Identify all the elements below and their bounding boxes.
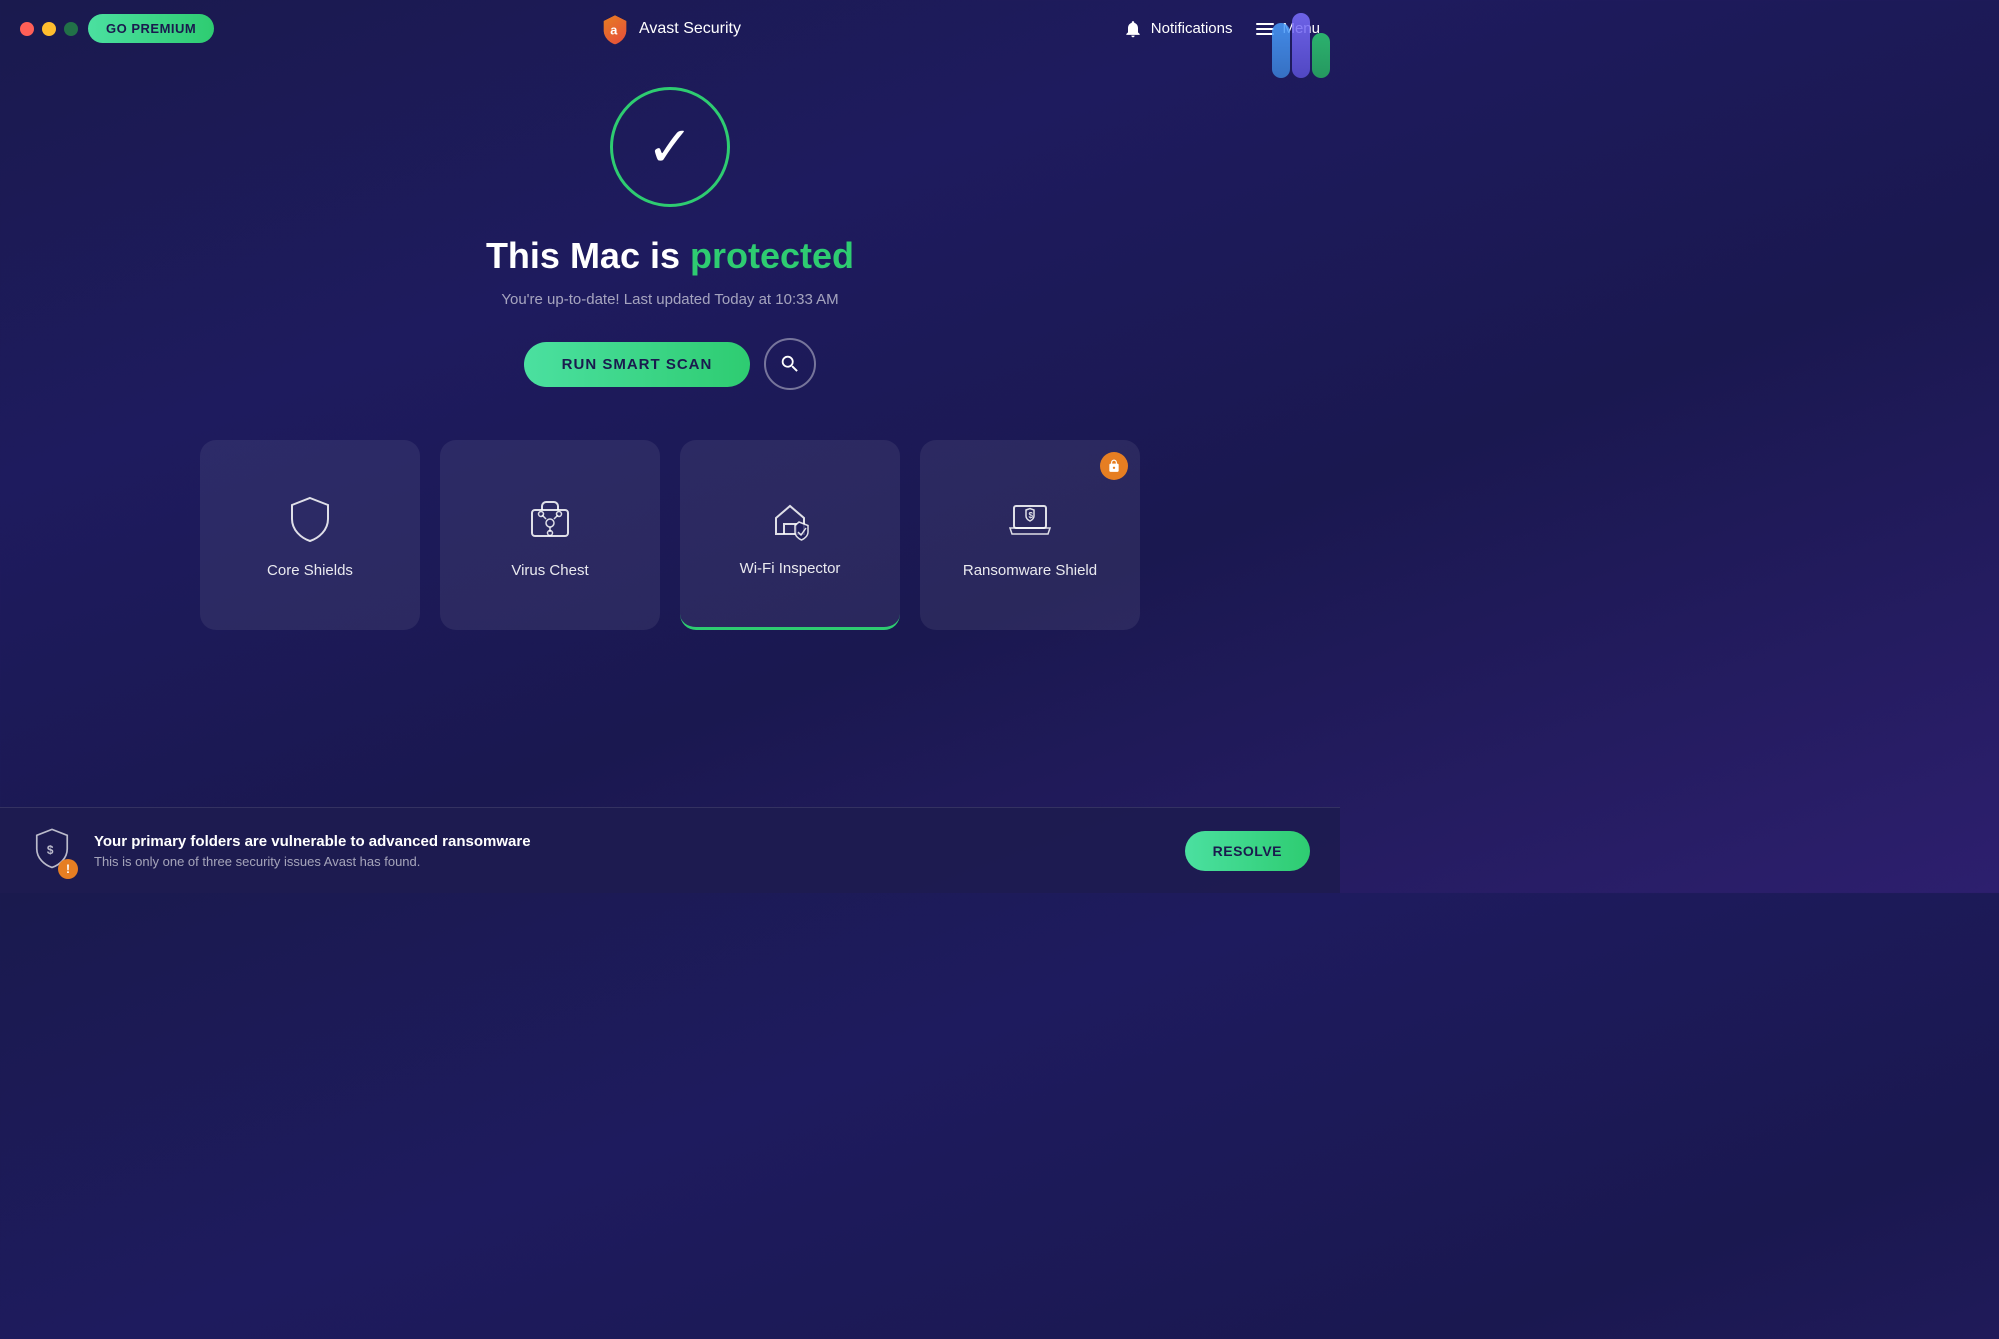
status-highlight: protected bbox=[690, 235, 854, 276]
alert-bar: $ ! Your primary folders are vulnerable … bbox=[0, 807, 1340, 893]
alert-icon-container: $ ! bbox=[30, 826, 74, 875]
color-bars-decoration bbox=[1272, 8, 1340, 78]
traffic-light-maximize[interactable] bbox=[64, 22, 78, 36]
shield-icon bbox=[284, 492, 336, 544]
traffic-light-minimize[interactable] bbox=[42, 22, 56, 36]
status-headline: This Mac is protected bbox=[486, 235, 854, 277]
svg-text:a: a bbox=[610, 22, 618, 37]
core-shields-label: Core Shields bbox=[267, 562, 353, 579]
resolve-button[interactable]: RESOLVE bbox=[1185, 831, 1310, 871]
avast-logo-icon: a bbox=[599, 13, 631, 45]
svg-text:$: $ bbox=[47, 843, 54, 857]
ransomware-shield-icon: $ bbox=[1004, 492, 1056, 544]
status-circle: ✓ bbox=[610, 87, 730, 207]
titlebar-left: GO PREMIUM bbox=[20, 14, 214, 43]
virus-chest-icon bbox=[524, 492, 576, 544]
app-title: Avast Security bbox=[639, 20, 741, 38]
color-bar-blue bbox=[1272, 23, 1290, 78]
bell-icon bbox=[1123, 19, 1143, 39]
core-shields-card[interactable]: Core Shields bbox=[200, 440, 420, 630]
virus-chest-label: Virus Chest bbox=[511, 562, 588, 579]
wifi-inspector-card[interactable]: Wi-Fi Inspector bbox=[680, 440, 900, 630]
smart-scan-button[interactable]: RUN SMART SCAN bbox=[524, 342, 751, 387]
lock-badge bbox=[1100, 452, 1128, 480]
alert-title: Your primary folders are vulnerable to a… bbox=[94, 833, 1165, 850]
titlebar-center: a Avast Security bbox=[599, 13, 741, 45]
main-content: ✓ This Mac is protected You're up-to-dat… bbox=[0, 57, 1340, 630]
wifi-inspector-icon bbox=[764, 490, 816, 542]
ransomware-shield-card[interactable]: $ Ransomware Shield bbox=[920, 440, 1140, 630]
alert-text-container: Your primary folders are vulnerable to a… bbox=[94, 833, 1165, 869]
status-prefix: This Mac is bbox=[486, 235, 690, 276]
traffic-lights bbox=[20, 22, 78, 36]
virus-chest-card[interactable]: Virus Chest bbox=[440, 440, 660, 630]
search-icon bbox=[779, 353, 801, 375]
lock-icon bbox=[1107, 459, 1121, 473]
checkmark-icon: ✓ bbox=[647, 119, 694, 175]
titlebar: GO PREMIUM a Avast Security Notification… bbox=[0, 0, 1340, 57]
alert-subtitle: This is only one of three security issue… bbox=[94, 854, 1165, 869]
cards-row: Core Shields Virus Chest bbox=[0, 440, 1340, 630]
update-text: You're up-to-date! Last updated Today at… bbox=[501, 291, 838, 308]
alert-warning-badge: ! bbox=[58, 859, 78, 879]
wifi-inspector-label: Wi-Fi Inspector bbox=[740, 560, 841, 577]
traffic-light-close[interactable] bbox=[20, 22, 34, 36]
search-button[interactable] bbox=[764, 338, 816, 390]
go-premium-button[interactable]: GO PREMIUM bbox=[88, 14, 214, 43]
color-bar-purple bbox=[1292, 13, 1310, 78]
ransomware-shield-label: Ransomware Shield bbox=[963, 562, 1097, 579]
svg-text:$: $ bbox=[1029, 511, 1034, 520]
buttons-row: RUN SMART SCAN bbox=[524, 338, 817, 390]
color-bar-green bbox=[1312, 33, 1330, 78]
notifications-label: Notifications bbox=[1151, 20, 1233, 37]
notifications-button[interactable]: Notifications bbox=[1123, 19, 1233, 39]
